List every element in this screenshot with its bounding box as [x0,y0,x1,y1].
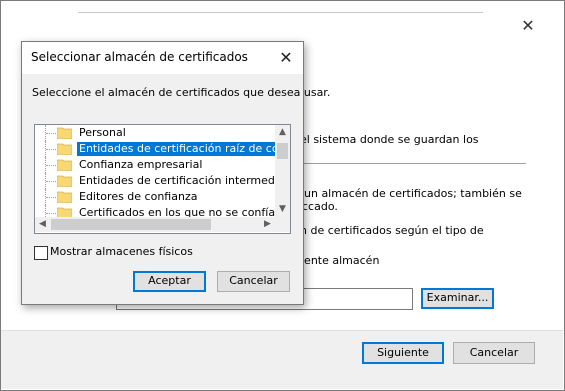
select-certificate-store-dialog: Seleccionar almacén de certificados ✕ Se… [21,41,330,305]
tree-item-label: Personal [79,126,126,139]
certificate-store-tree[interactable]: Personal Entidades de certificación raíz… [34,124,291,234]
browse-button[interactable]: Examinar... [421,288,494,309]
dialog-instruction: Seleccione el almacén de certificados qu… [32,86,331,99]
tree-item-personal[interactable]: Personal [35,125,275,141]
scroll-down-icon[interactable]: ▼ [275,202,290,217]
scroll-right-icon[interactable]: ▶ [260,217,275,232]
wizard-separator [300,163,526,164]
dialog-title: Seleccionar almacén de certificados [31,50,248,64]
wizard-text-line-4: n de certificados según el tipo de [300,224,484,237]
tree-item-trusted-publishers[interactable]: Editores de confianza [35,189,275,205]
tree-horizontal-scrollbar[interactable]: ◀ ▶ [35,217,275,232]
wizard-text-line-3: ccado. [302,200,338,213]
dialog-cancel-button[interactable]: Cancelar [217,271,290,292]
tree-item-trusted-root[interactable]: Entidades de certificación raíz de confi… [35,141,275,157]
tree-item-label: Entidades de certificación raíz de confi… [77,142,275,156]
tree-vertical-scrollbar[interactable]: ▲ ▼ [275,125,290,217]
wizard-cancel-button[interactable]: Cancelar [453,342,535,364]
wizard-text-line-5: iente almacén [301,254,380,267]
wizard-close-icon[interactable]: ✕ [520,18,536,34]
show-physical-stores-label[interactable]: Mostrar almacenes físicos [50,245,193,258]
wizard-text-line-1: el sistema donde se guardan los [300,133,479,146]
scroll-left-icon[interactable]: ◀ [35,217,50,232]
folder-icon [57,159,72,171]
tree-item-label: Editores de confianza [79,190,198,203]
scrollbar-corner [275,217,290,232]
folder-icon [57,143,72,155]
vertical-scroll-thumb[interactable] [277,143,288,159]
show-physical-stores-checkbox[interactable] [34,246,48,260]
tree-viewport: Personal Entidades de certificación raíz… [35,125,275,217]
folder-icon [57,175,72,187]
tree-item-untrusted[interactable]: Certificados en los que no se confía [35,205,275,217]
wizard-header-divider [78,12,483,13]
folder-icon [57,127,72,139]
accept-button[interactable]: Aceptar [133,271,206,292]
dialog-close-icon[interactable]: ✕ [276,48,296,68]
folder-icon [57,207,72,217]
tree-item-label: Confianza empresarial [79,158,203,171]
tree-item-intermediate[interactable]: Entidades de certificación intermedias [35,173,275,189]
tree-item-label: Certificados en los que no se confía [79,206,275,217]
scroll-up-icon[interactable]: ▲ [275,125,290,140]
folder-icon [57,191,72,203]
tree-item-enterprise-trust[interactable]: Confianza empresarial [35,157,275,173]
tree-item-label: Entidades de certificación intermedias [79,174,275,187]
horizontal-scroll-thumb[interactable] [51,219,211,230]
wizard-text-line-2: un almacén de certificados; también se [304,187,522,200]
next-button[interactable]: Siguiente [362,342,444,364]
